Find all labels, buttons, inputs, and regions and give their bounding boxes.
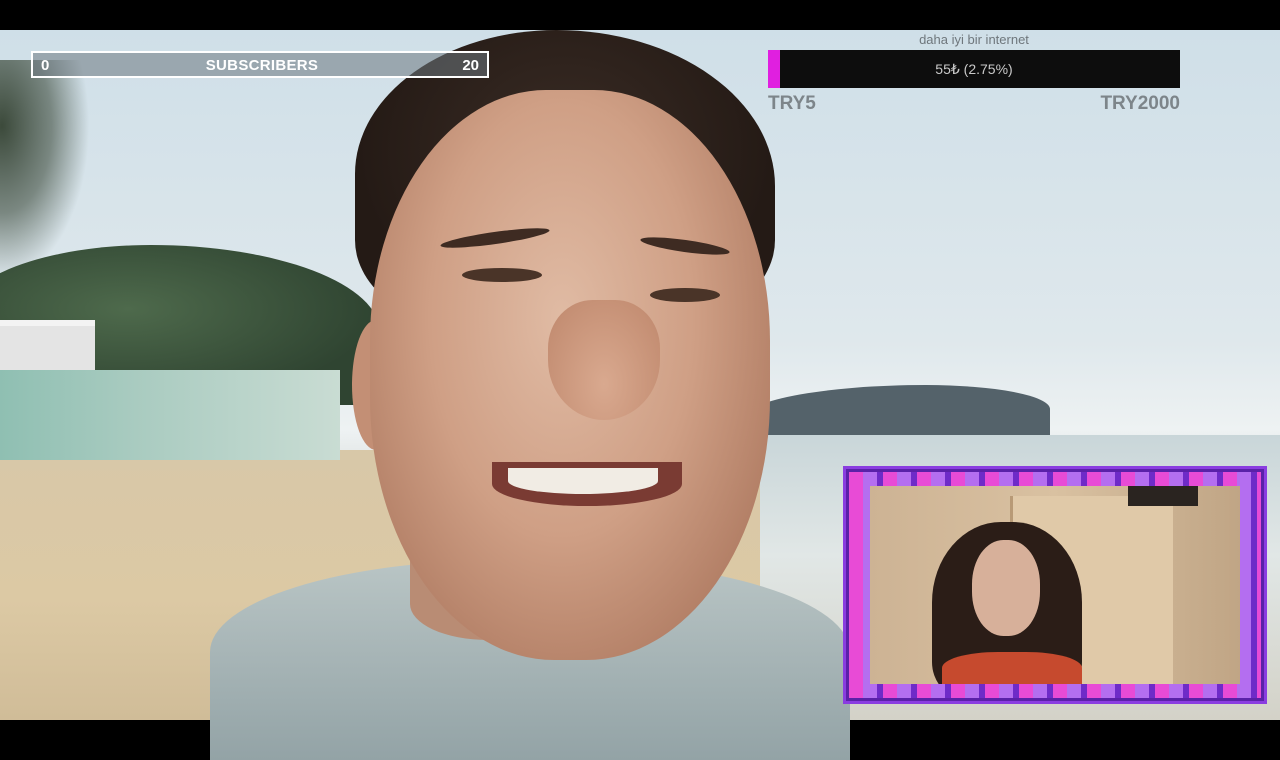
webcam-person-shirt — [942, 652, 1082, 684]
webcam-video — [870, 486, 1240, 684]
letterbox-bar — [0, 0, 1280, 30]
subscriber-goal-max: 20 — [462, 57, 479, 74]
painted-wall — [0, 370, 340, 460]
right-eye — [650, 288, 720, 302]
donation-goal-max: TRY2000 — [1100, 93, 1180, 114]
subscriber-goal-label: SUBSCRIBERS — [205, 57, 319, 74]
webcam-lamp — [1128, 486, 1198, 506]
webcam-person-face — [972, 540, 1040, 636]
donation-goal-min: TRY5 — [768, 93, 816, 114]
subscriber-goal-bar: 0 SUBSCRIBERS 20 — [31, 51, 489, 78]
tree-branches — [0, 60, 90, 280]
donation-goal-title: daha iyi bir internet — [919, 32, 1029, 47]
donation-goal-progress: 55₺ (2.75%) — [935, 61, 1013, 77]
left-eye — [462, 268, 542, 282]
donation-goal-bar: 55₺ (2.75%) — [768, 50, 1180, 88]
nose — [548, 300, 660, 420]
teeth — [508, 468, 658, 494]
